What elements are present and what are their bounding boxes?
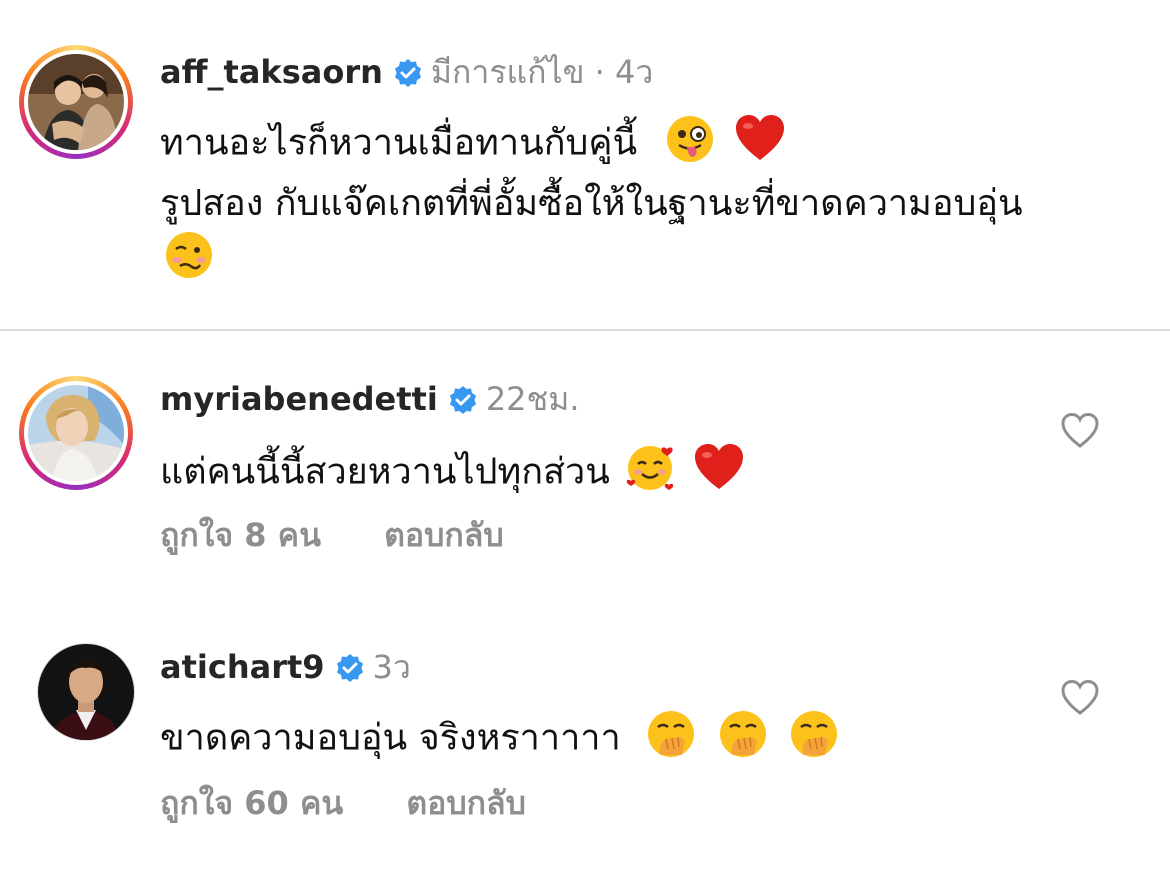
comment-header: atichart9 3ว: [160, 647, 411, 687]
like-heart-icon[interactable]: [1060, 411, 1100, 451]
red-heart-icon: [693, 443, 745, 504]
comment-text-line-1: แต่คนนี้นี้สวยหวานไปทุกส่วน: [160, 441, 745, 506]
comment-text-line-2: รูปสอง กับแจ๊คเกตที่พี่อั้มซื้อให้ในฐานะ…: [160, 182, 1023, 226]
comment-atichart9: atichart9 3ว ขาดความอบอุ่น จริงหราาาาา ถ…: [0, 601, 1170, 896]
comment-text: รูปสอง กับแจ๊คเกตที่พี่อั้มซื้อให้ในฐานะ…: [160, 183, 1023, 224]
comment-header: aff_taksaorn มีการแก้ไข · 4ว: [160, 52, 653, 92]
comment-text: ขาดความอบอุ่น จริงหราาาาา: [160, 717, 621, 759]
comment-actions: ถูกใจ 8 คน ตอบกลับ: [160, 515, 504, 555]
username[interactable]: myriabenedetti: [160, 379, 438, 419]
face-with-hand-over-mouth-icon: [646, 709, 696, 770]
verified-badge-icon: [448, 384, 478, 414]
winking-tongue-face-icon: [665, 114, 715, 175]
comment-text: แต่คนนี้นี้สวยหวานไปทุกส่วน: [160, 451, 610, 493]
comment-meta: 3ว: [372, 648, 411, 686]
comment-text-line-3: [160, 230, 214, 291]
avatar[interactable]: [28, 385, 124, 481]
comment-text-line-1: ทานอะไรก็หวานเมื่อทานกับคู่นี้: [160, 114, 786, 175]
comment-text-line-1: ขาดความอบอุ่น จริงหราาาาา: [160, 709, 839, 770]
comment-aff-taksaorn: aff_taksaorn มีการแก้ไข · 4ว ทานอะไรก็หว…: [0, 0, 1170, 329]
verified-badge-icon: [335, 652, 365, 682]
face-with-hand-over-mouth-icon: [718, 709, 768, 770]
red-heart-icon: [734, 114, 786, 175]
username[interactable]: aff_taksaorn: [160, 52, 383, 92]
comment-meta: มีการแก้ไข · 4ว: [430, 53, 654, 91]
comment-text: ทานอะไรก็หวานเมื่อทานกับคู่นี้: [160, 122, 638, 164]
woozy-face-icon: [164, 230, 214, 291]
reply-button[interactable]: ตอบกลับ: [406, 784, 526, 822]
reply-button[interactable]: ตอบกลับ: [384, 516, 504, 554]
avatar[interactable]: [37, 643, 135, 741]
comment-meta: 22ชม.: [485, 380, 580, 418]
smiling-face-with-hearts-icon: [623, 441, 677, 506]
likes-count[interactable]: ถูกใจ 60 คน: [160, 784, 343, 822]
story-ring[interactable]: [19, 45, 133, 159]
username[interactable]: atichart9: [160, 647, 325, 687]
comment-myriabenedetti: myriabenedetti 22ชม. แต่คนนี้นี้สวยหวานไ…: [0, 331, 1170, 601]
likes-count[interactable]: ถูกใจ 8 คน: [160, 516, 321, 554]
comment-actions: ถูกใจ 60 คน ตอบกลับ: [160, 783, 526, 823]
face-with-hand-over-mouth-icon: [789, 709, 839, 770]
comment-header: myriabenedetti 22ชม.: [160, 379, 580, 419]
verified-badge-icon: [393, 57, 423, 87]
avatar[interactable]: [28, 54, 124, 150]
like-heart-icon[interactable]: [1060, 678, 1100, 718]
story-ring[interactable]: [19, 376, 133, 490]
